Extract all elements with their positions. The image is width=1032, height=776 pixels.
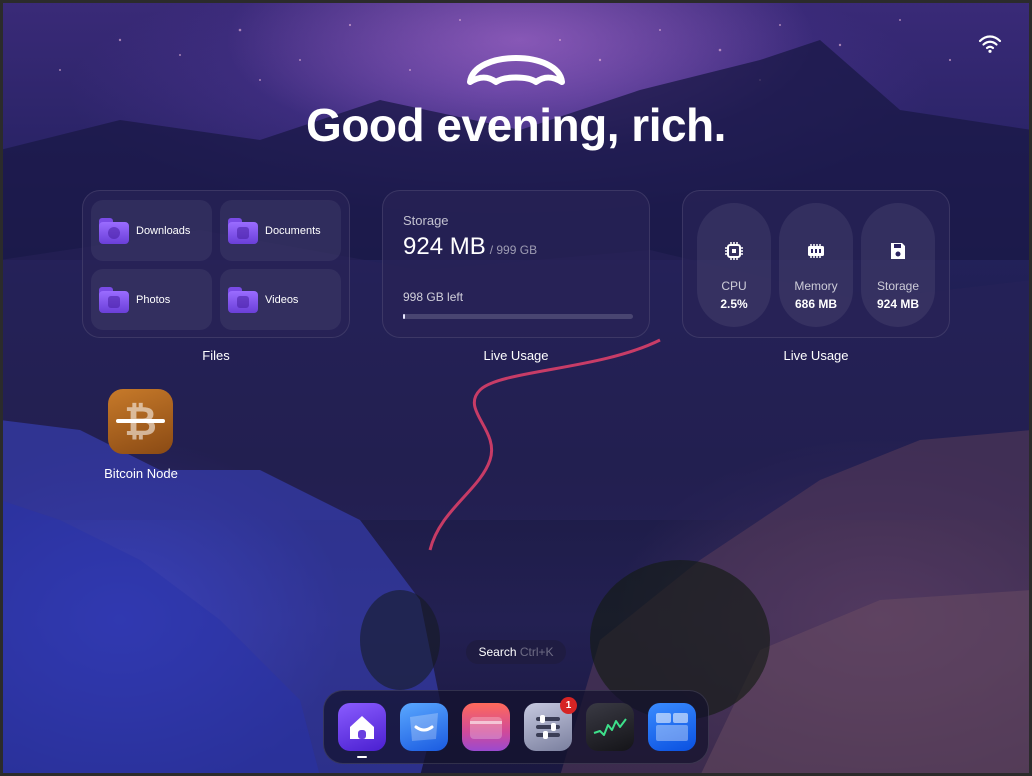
folder-label: Documents <box>265 224 321 237</box>
stat-storage: Storage 924 MB <box>861 203 935 327</box>
system-stats-widget[interactable]: CPU 2.5% Memory 686 MB Storage 924 MB <box>682 190 950 338</box>
greeting-heading: Good evening, rich. <box>306 99 726 151</box>
storage-left: 998 GB left <box>403 290 464 304</box>
active-indicator <box>357 756 367 758</box>
folder-label: Videos <box>265 293 299 306</box>
search-button[interactable]: Search Ctrl+K <box>466 640 566 664</box>
home-icon <box>350 716 374 739</box>
wifi-icon[interactable] <box>978 34 1002 54</box>
stat-name: Storage <box>876 279 920 293</box>
files-widget-label: Files <box>202 348 230 363</box>
bitcoin-icon: ₿ <box>116 399 165 445</box>
photos-folder-icon <box>99 286 129 313</box>
search-label: Search <box>478 645 517 659</box>
folder-label: Downloads <box>136 224 191 237</box>
dock-widgets[interactable] <box>648 703 696 751</box>
stat-name: Memory <box>794 279 838 293</box>
files-icon <box>470 717 502 739</box>
notification-badge: 1 <box>560 697 577 714</box>
disk-icon <box>891 243 905 259</box>
widgets-icon <box>656 713 688 741</box>
dock-app-store[interactable] <box>400 703 448 751</box>
videos-folder-icon <box>228 286 258 313</box>
cpu-icon <box>725 242 743 260</box>
storage-used: 924 MB <box>403 233 486 260</box>
storage-title: Storage <box>403 213 449 228</box>
stat-cpu: CPU 2.5% <box>697 203 771 327</box>
dock-home[interactable] <box>338 703 386 751</box>
app-label[interactable]: Bitcoin Node <box>84 466 198 481</box>
storage-progress-bar <box>403 314 633 319</box>
download-folder-icon <box>99 217 129 244</box>
storage-widget-label: Live Usage <box>483 348 549 363</box>
stat-value: 686 MB <box>794 297 838 311</box>
stat-name: CPU <box>721 279 747 293</box>
memory-icon <box>808 244 824 258</box>
folder-downloads[interactable]: Downloads <box>91 200 212 261</box>
storage-progress-fill <box>403 314 405 319</box>
folder-videos[interactable]: Videos <box>220 269 341 330</box>
stat-memory: Memory 686 MB <box>779 203 853 327</box>
storage-widget[interactable]: Storage 924 MB/ 999 GB 998 GB left <box>382 190 650 338</box>
stat-value: 924 MB <box>876 297 920 311</box>
folder-photos[interactable]: Photos <box>91 269 212 330</box>
folder-documents[interactable]: Documents <box>220 200 341 261</box>
activity-icon <box>593 718 627 736</box>
dock-live-usage[interactable] <box>586 703 634 751</box>
files-widget[interactable]: Downloads Documents Photos Videos <box>82 190 350 338</box>
app-store-icon <box>410 713 438 741</box>
bitcoin-node-app[interactable]: ₿ <box>108 389 173 454</box>
storage-used-value: 924 MB/ 999 GB <box>403 233 537 261</box>
search-shortcut: Ctrl+K <box>519 645 554 659</box>
dock: 1 <box>323 690 709 764</box>
documents-folder-icon <box>228 217 258 244</box>
umbrel-logo <box>467 55 565 85</box>
folder-label: Photos <box>136 293 171 306</box>
stats-widget-label: Live Usage <box>783 348 849 363</box>
dock-files[interactable] <box>462 703 510 751</box>
storage-total: / 999 GB <box>489 243 538 257</box>
stat-value: 2.5% <box>720 297 748 311</box>
